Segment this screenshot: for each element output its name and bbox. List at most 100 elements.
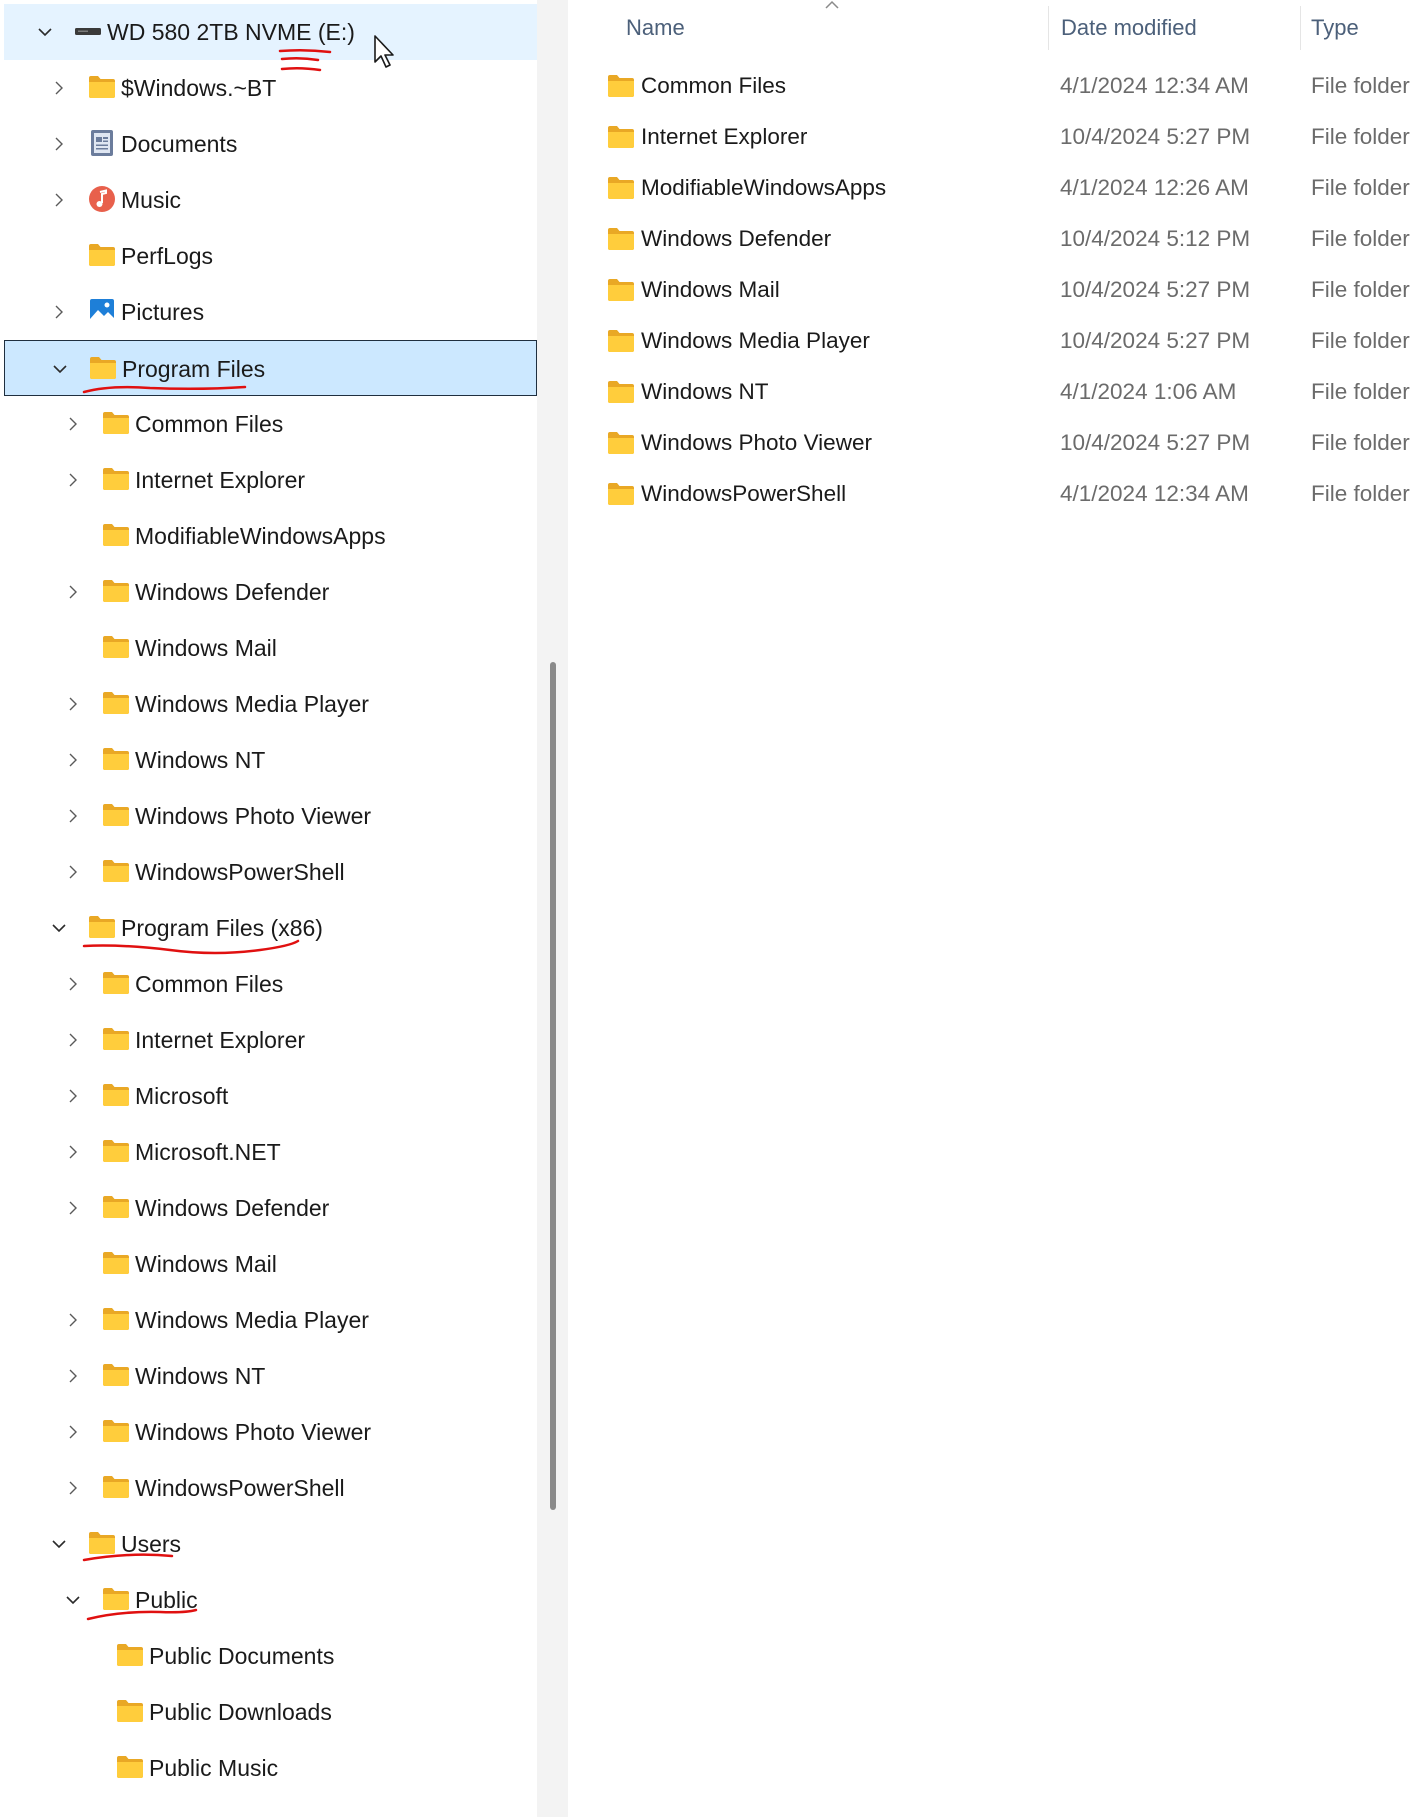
nav-item-label: Internet Explorer — [135, 1027, 306, 1053]
chevron-right-icon[interactable] — [61, 1140, 85, 1164]
nav-item[interactable]: Windows NT — [0, 1348, 537, 1404]
nav-item[interactable]: Internet Explorer — [0, 1012, 537, 1068]
chevron-right-icon[interactable] — [61, 412, 85, 436]
chevron-right-icon[interactable] — [47, 132, 71, 156]
nav-item[interactable]: Users — [0, 1516, 537, 1572]
nav-item-label: WD 580 2TB NVME (E:) — [107, 19, 355, 45]
chevron-right-icon[interactable] — [61, 1028, 85, 1052]
nav-item[interactable]: Pictures — [0, 284, 537, 340]
nav-item-label: WindowsPowerShell — [135, 1475, 345, 1501]
nav-item[interactable]: Microsoft.NET — [0, 1124, 537, 1180]
chevron-right-icon[interactable] — [61, 1420, 85, 1444]
nav-item[interactable]: Documents — [0, 116, 537, 172]
file-name: Windows Defender — [641, 226, 832, 251]
music-icon — [87, 185, 117, 213]
file-date-modified: 10/4/2024 5:27 PM — [1060, 430, 1251, 455]
file-row[interactable]: Common Files 4/1/2024 12:34 AM File folder — [568, 60, 1428, 111]
nav-item[interactable]: $Windows.~BT — [0, 60, 537, 116]
nav-item-label: PerfLogs — [121, 243, 214, 269]
file-name: Windows NT — [641, 379, 769, 404]
chevron-down-icon[interactable] — [48, 357, 72, 381]
nav-item[interactable]: ModifiableWindowsApps — [0, 508, 537, 564]
chevron-right-icon[interactable] — [61, 1084, 85, 1108]
file-type: File folder — [1311, 277, 1410, 302]
nav-item[interactable]: Program Files (x86) — [0, 900, 537, 956]
file-name: Windows Mail — [641, 277, 780, 302]
column-header-date-label: Date modified — [1061, 15, 1197, 40]
chevron-down-icon[interactable] — [33, 20, 57, 44]
nav-item[interactable]: Public Downloads — [0, 1684, 537, 1740]
folder-icon — [101, 465, 131, 493]
file-row[interactable]: Windows Defender 10/4/2024 5:12 PM File fo… — [568, 213, 1428, 264]
folder-icon — [101, 1361, 131, 1389]
folder-icon — [101, 1081, 131, 1109]
folder-icon — [101, 689, 131, 717]
nav-item[interactable]: Windows Defender — [0, 1180, 537, 1236]
chevron-right-icon[interactable] — [61, 804, 85, 828]
nav-item[interactable]: WindowsPowerShell — [0, 844, 537, 900]
nav-item[interactable]: Internet Explorer — [0, 452, 537, 508]
chevron-down-icon[interactable] — [47, 916, 71, 940]
nav-item[interactable]: Common Files — [0, 956, 537, 1012]
chevron-right-icon[interactable] — [61, 748, 85, 772]
folder-icon — [606, 72, 636, 106]
file-type: File folder — [1311, 226, 1410, 251]
chevron-down-icon[interactable] — [47, 1532, 71, 1556]
nav-item[interactable]: Common Files — [0, 396, 537, 452]
folder-icon — [87, 73, 117, 101]
nav-item-label: Windows Defender — [135, 1195, 330, 1221]
file-row[interactable]: ModifiableWindowsApps 4/1/2024 12:26 AM Fi… — [568, 162, 1428, 213]
chevron-right-icon[interactable] — [61, 580, 85, 604]
nav-item[interactable]: PerfLogs — [0, 228, 537, 284]
chevron-down-icon[interactable] — [61, 1588, 85, 1612]
nav-item[interactable]: Windows NT — [0, 732, 537, 788]
nav-item[interactable]: Windows Media Player — [0, 676, 537, 732]
nav-item-label: Public — [135, 1587, 198, 1613]
file-row[interactable]: WindowsPowerShell 4/1/2024 12:34 AM File f… — [568, 468, 1428, 519]
chevron-right-icon[interactable] — [61, 1308, 85, 1332]
nav-item[interactable]: Windows Photo Viewer — [0, 788, 537, 844]
folder-icon — [87, 1529, 117, 1557]
file-row[interactable]: Windows Media Player 10/4/2024 5:27 PM Fil… — [568, 315, 1428, 366]
nav-item[interactable]: Microsoft — [0, 1068, 537, 1124]
file-date-modified: 4/1/2024 12:34 AM — [1060, 73, 1249, 98]
nav-item[interactable]: Music — [0, 172, 537, 228]
folder-icon — [87, 241, 117, 269]
chevron-right-icon[interactable] — [47, 76, 71, 100]
file-row[interactable]: Windows NT 4/1/2024 1:06 AM File folder — [568, 366, 1428, 417]
chevron-right-icon[interactable] — [61, 468, 85, 492]
chevron-right-icon[interactable] — [61, 972, 85, 996]
chevron-right-icon[interactable] — [47, 300, 71, 324]
nav-item[interactable]: Public Documents — [0, 1628, 537, 1684]
chevron-right-icon[interactable] — [61, 1364, 85, 1388]
chevron-right-icon[interactable] — [61, 1476, 85, 1500]
folder-icon — [115, 1641, 145, 1669]
folder-icon — [101, 1025, 131, 1053]
chevron-right-icon[interactable] — [61, 1196, 85, 1220]
file-row[interactable]: Windows Mail 10/4/2024 5:27 PM File folder — [568, 264, 1428, 315]
navigation-scrollbar-thumb[interactable] — [550, 662, 556, 1510]
file-date-modified: 10/4/2024 5:27 PM — [1060, 277, 1251, 302]
file-row[interactable]: Windows Photo Viewer 10/4/2024 5:27 PM Fil… — [568, 417, 1428, 468]
column-header-name[interactable]: Name — [568, 0, 1048, 56]
nav-item[interactable]: Program Files — [4, 340, 537, 396]
nav-item[interactable]: WindowsPowerShell — [0, 1460, 537, 1516]
file-type: File folder — [1311, 430, 1410, 455]
nav-item[interactable]: WD 580 2TB NVME (E:) — [4, 4, 537, 60]
column-header-type[interactable]: Type — [1301, 0, 1428, 56]
folder-icon — [101, 633, 131, 661]
column-header-date[interactable]: Date modified — [1049, 0, 1289, 56]
navigation-pane: WD 580 2TB NVME (E:) $Windows.~BT Document… — [0, 0, 537, 1817]
folder-icon — [88, 354, 118, 382]
file-row[interactable]: Internet Explorer 10/4/2024 5:27 PM File f… — [568, 111, 1428, 162]
nav-item[interactable]: Windows Mail — [0, 620, 537, 676]
chevron-right-icon[interactable] — [61, 692, 85, 716]
nav-item[interactable]: Public Music — [0, 1740, 537, 1796]
nav-item[interactable]: Windows Photo Viewer — [0, 1404, 537, 1460]
nav-item[interactable]: Windows Mail — [0, 1236, 537, 1292]
chevron-right-icon[interactable] — [61, 860, 85, 884]
nav-item[interactable]: Windows Defender — [0, 564, 537, 620]
chevron-right-icon[interactable] — [47, 188, 71, 212]
nav-item[interactable]: Public — [0, 1572, 537, 1628]
nav-item[interactable]: Windows Media Player — [0, 1292, 537, 1348]
